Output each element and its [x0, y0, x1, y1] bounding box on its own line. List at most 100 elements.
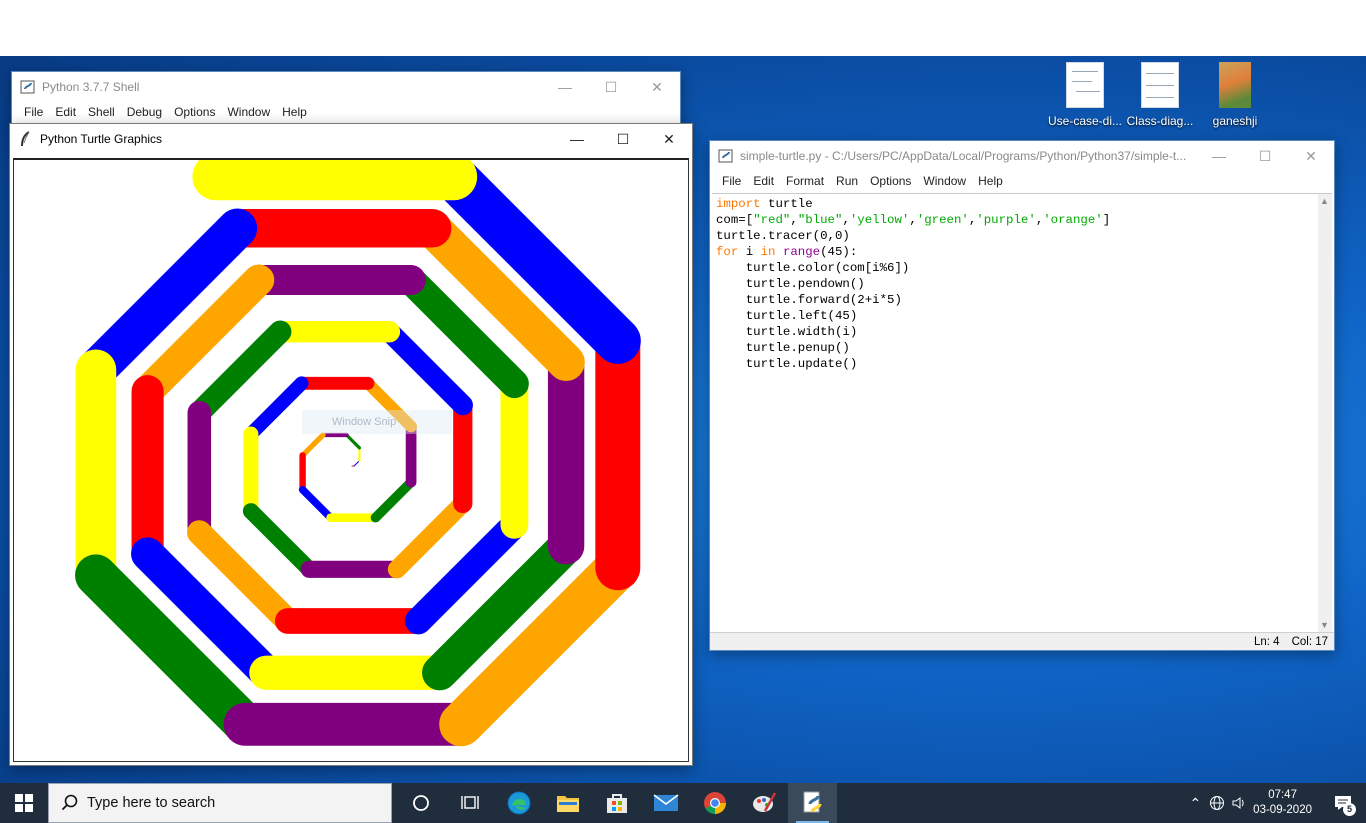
turtle-titlebar[interactable]: Python Turtle Graphics — ☐ ✕: [10, 124, 692, 154]
code-token: 'orange': [1043, 213, 1103, 227]
code-token: in: [760, 245, 776, 259]
desktop-icon-use-case[interactable]: Use-case-di...: [1046, 62, 1124, 128]
taskbar-paint[interactable]: [739, 783, 788, 823]
shell-titlebar[interactable]: Python 3.7.7 Shell — ☐ ✕: [12, 72, 680, 102]
paint-palette-icon: [752, 792, 776, 812]
taskbar-edge[interactable]: [494, 783, 543, 823]
menu-file[interactable]: File: [716, 174, 747, 188]
close-button[interactable]: ✕: [646, 124, 692, 154]
store-bag-icon: [606, 794, 627, 813]
menu-options[interactable]: Options: [168, 105, 221, 119]
taskbar-chrome[interactable]: [690, 783, 739, 823]
code-text[interactable]: import turtle com=["red","blue",'yellow',…: [712, 194, 1332, 372]
taskbar: Type here to search ⌃ 07:47 03-09-2020 5: [0, 783, 1366, 823]
maximize-button[interactable]: ☐: [600, 124, 646, 154]
desktop-icon-label: ganeshji: [1212, 114, 1258, 128]
code-line[interactable]: turtle.width(i): [716, 324, 1332, 340]
code-token: ]: [1102, 213, 1111, 227]
edge-browser-icon: [507, 791, 530, 815]
clock-date: 03-09-2020: [1253, 804, 1312, 816]
menu-window[interactable]: Window: [221, 105, 276, 119]
code-line[interactable]: turtle.left(45): [716, 308, 1332, 324]
code-line[interactable]: com=["red","blue",'yellow','green','purp…: [716, 212, 1332, 228]
editor-menubar: File Edit Format Run Options Window Help: [710, 171, 1334, 191]
cortana-button[interactable]: [396, 783, 445, 823]
code-editor[interactable]: import turtle com=["red","blue",'yellow',…: [712, 193, 1332, 632]
turtle-window[interactable]: Python Turtle Graphics — ☐ ✕ Window Snip: [9, 123, 693, 766]
search-placeholder: Type here to search: [87, 795, 216, 811]
menu-file[interactable]: File: [18, 105, 49, 119]
code-token: (45):: [820, 245, 858, 259]
window-snip-overlay: Window Snip: [302, 410, 452, 434]
turtle-segment: [243, 376, 309, 441]
code-line[interactable]: turtle.penup(): [716, 340, 1332, 356]
code-token: turtle.pendown(): [716, 277, 865, 291]
taskbar-python-idle[interactable]: [788, 783, 837, 823]
python-idle-icon: [20, 80, 35, 94]
code-line[interactable]: turtle.update(): [716, 356, 1332, 372]
chevron-up-icon[interactable]: ⌃: [1189, 795, 1201, 812]
scroll-up-icon[interactable]: ▲: [1320, 196, 1329, 206]
python-file-icon: [803, 791, 821, 813]
code-line[interactable]: turtle.color(com[i%6]): [716, 260, 1332, 276]
taskbar-clock[interactable]: 07:47 03-09-2020: [1253, 788, 1312, 818]
desktop-icon-ganeshji[interactable]: ganeshji: [1196, 62, 1274, 128]
desktop-icon-class-diagram[interactable]: Class-diag...: [1121, 62, 1199, 128]
menu-help[interactable]: Help: [972, 174, 1009, 188]
menu-shell[interactable]: Shell: [82, 105, 121, 119]
code-token: turtle.forward(2+i*5): [716, 293, 902, 307]
shell-menubar: File Edit Shell Debug Options Window Hel…: [12, 102, 680, 122]
code-line[interactable]: for i in range(45):: [716, 244, 1332, 260]
taskbar-store[interactable]: [592, 783, 641, 823]
code-line[interactable]: import turtle: [716, 196, 1332, 212]
taskbar-search-box[interactable]: Type here to search: [48, 783, 392, 823]
minimize-button[interactable]: —: [542, 72, 588, 102]
editor-window[interactable]: simple-turtle.py - C:/Users/PC/AppData/L…: [709, 140, 1335, 651]
menu-run[interactable]: Run: [830, 174, 864, 188]
code-line[interactable]: turtle.forward(2+i*5): [716, 292, 1332, 308]
menu-help[interactable]: Help: [276, 105, 313, 119]
code-token: turtle: [760, 197, 813, 211]
menu-edit[interactable]: Edit: [49, 105, 82, 119]
status-column: Col: 17: [1291, 635, 1328, 648]
mail-envelope-icon: [653, 794, 678, 811]
start-button[interactable]: [0, 783, 48, 823]
code-token: 'purple': [976, 213, 1036, 227]
code-token: for: [716, 245, 739, 259]
code-token: ,: [909, 213, 917, 227]
menu-options[interactable]: Options: [864, 174, 917, 188]
minimize-button[interactable]: —: [554, 124, 600, 154]
turtle-canvas-frame: Window Snip: [13, 158, 689, 762]
speaker-volume-icon[interactable]: [1231, 795, 1247, 811]
code-token: com=[: [716, 213, 754, 227]
close-button[interactable]: ✕: [1288, 141, 1334, 171]
code-token: import: [716, 197, 761, 211]
menu-debug[interactable]: Debug: [121, 105, 168, 119]
menu-format[interactable]: Format: [780, 174, 830, 188]
window-title: Python 3.7.7 Shell: [42, 80, 140, 94]
action-center-button[interactable]: 5: [1326, 783, 1360, 823]
editor-titlebar[interactable]: simple-turtle.py - C:/Users/PC/AppData/L…: [710, 141, 1334, 171]
task-view-button[interactable]: [445, 783, 494, 823]
scroll-down-icon[interactable]: ▼: [1320, 620, 1329, 630]
code-line[interactable]: turtle.tracer(0,0): [716, 228, 1332, 244]
desktop-icon-label: Use-case-di...: [1047, 114, 1123, 128]
taskbar-mail[interactable]: [641, 783, 690, 823]
turtle-segment: [344, 433, 362, 450]
menu-window[interactable]: Window: [917, 174, 972, 188]
code-token: i: [738, 245, 761, 259]
shell-window[interactable]: Python 3.7.7 Shell — ☐ ✕ File Edit Shell…: [11, 71, 681, 131]
network-globe-icon[interactable]: [1209, 795, 1225, 811]
code-token: 'green': [916, 213, 969, 227]
taskbar-file-explorer[interactable]: [543, 783, 592, 823]
code-line[interactable]: turtle.pendown(): [716, 276, 1332, 292]
maximize-button[interactable]: ☐: [1242, 141, 1288, 171]
minimize-button[interactable]: —: [1196, 141, 1242, 171]
cortana-circle-icon: [412, 795, 429, 811]
code-token: "blue": [797, 213, 843, 227]
menu-edit[interactable]: Edit: [747, 174, 780, 188]
vertical-scrollbar[interactable]: ▲ ▼: [1318, 194, 1332, 632]
close-button[interactable]: ✕: [634, 72, 680, 102]
maximize-button[interactable]: ☐: [588, 72, 634, 102]
